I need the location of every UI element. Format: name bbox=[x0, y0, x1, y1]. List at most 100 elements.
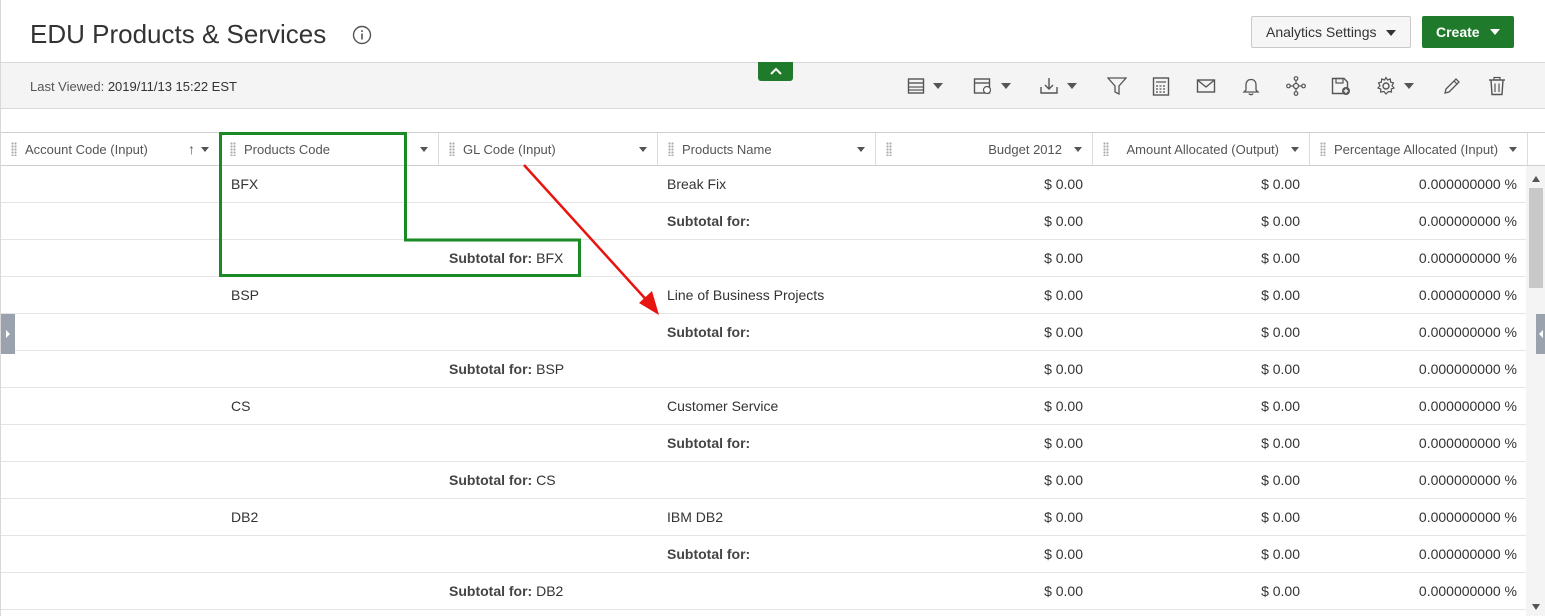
drag-handle-icon[interactable] bbox=[886, 142, 892, 156]
column-header-budget-2012[interactable]: Budget 2012 bbox=[876, 133, 1093, 165]
column-header-products-code[interactable]: Products Code bbox=[220, 133, 439, 165]
create-button[interactable]: Create bbox=[1422, 16, 1514, 48]
table-row[interactable]: Subtotal for: BSP $ 0.00 $ 0.00 0.000000000… bbox=[1, 351, 1526, 388]
scroll-down-icon[interactable] bbox=[1532, 604, 1540, 610]
chevron-down-icon bbox=[933, 83, 943, 89]
subtotal-value: DB2 bbox=[532, 583, 564, 599]
scroll-up-icon[interactable] bbox=[1532, 176, 1540, 182]
products-code-cell: DB2 bbox=[231, 509, 259, 525]
amount-allocated-cell: $ 0.00 bbox=[1261, 176, 1300, 192]
table-row[interactable]: Subtotal for: $ 0.00 $ 0.00 0.000000000 % bbox=[1, 425, 1526, 462]
analytics-settings-button[interactable]: Analytics Settings bbox=[1251, 16, 1411, 48]
products-code-cell: BSP bbox=[231, 287, 260, 303]
budget-cell: $ 0.00 bbox=[1044, 213, 1083, 229]
bell-icon bbox=[1242, 78, 1260, 95]
grid-header: Account Code (Input) ↑ Products Code GL … bbox=[1, 132, 1545, 166]
chevron-down-icon bbox=[1386, 30, 1396, 36]
drag-handle-icon[interactable] bbox=[230, 142, 236, 156]
budget-cell: $ 0.00 bbox=[1044, 250, 1083, 266]
table-row[interactable]: DB2 IBM DB2 $ 0.00 $ 0.00 0.000000000 % bbox=[1, 499, 1526, 536]
page: EDU Products & Services Analytics Settin… bbox=[0, 0, 1545, 616]
percentage-allocated-cell: 0.000000000 % bbox=[1418, 509, 1517, 525]
table-row[interactable]: BFX Break Fix $ 0.00 $ 0.00 0.000000000 % bbox=[1, 166, 1526, 203]
collapse-header-button[interactable] bbox=[758, 62, 793, 81]
sort-ascending-icon[interactable]: ↑ bbox=[188, 141, 195, 157]
budget-cell: $ 0.00 bbox=[1044, 324, 1083, 340]
calculator-button[interactable] bbox=[1152, 75, 1170, 97]
right-panel-toggle[interactable] bbox=[1536, 314, 1545, 354]
save-icon bbox=[1331, 77, 1350, 95]
chevron-down-icon bbox=[1490, 29, 1500, 35]
budget-cell: $ 0.00 bbox=[1044, 583, 1083, 599]
budget-cell: $ 0.00 bbox=[1044, 509, 1083, 525]
amount-allocated-cell: $ 0.00 bbox=[1261, 435, 1300, 451]
column-label: GL Code (Input) bbox=[463, 142, 556, 157]
column-label: Budget 2012 bbox=[988, 142, 1062, 157]
table-row[interactable]: CS Customer Service $ 0.00 $ 0.00 0.00000000… bbox=[1, 388, 1526, 425]
chevron-down-icon[interactable] bbox=[201, 147, 209, 152]
chevron-down-icon[interactable] bbox=[1291, 147, 1299, 152]
grid-body: BFX Break Fix $ 0.00 $ 0.00 0.000000000 % Sub… bbox=[1, 166, 1526, 610]
drag-handle-icon[interactable] bbox=[1320, 142, 1326, 156]
products-name-cell: Break Fix bbox=[667, 176, 727, 192]
table-row[interactable]: BSP Line of Business Projects $ 0.00 $ 0.00… bbox=[1, 277, 1526, 314]
table-row[interactable]: Subtotal for: CS $ 0.00 $ 0.00 0.000000000 … bbox=[1, 462, 1526, 499]
percentage-allocated-cell: 0.000000000 % bbox=[1418, 250, 1517, 266]
table-row[interactable]: Subtotal for: $ 0.00 $ 0.00 0.000000000 % bbox=[1, 203, 1526, 240]
chevron-down-icon[interactable] bbox=[1074, 147, 1082, 152]
last-viewed-label: Last Viewed: bbox=[30, 79, 105, 94]
table-row[interactable]: Subtotal for: $ 0.00 $ 0.00 0.000000000 % bbox=[1, 314, 1526, 351]
amount-allocated-cell: $ 0.00 bbox=[1261, 472, 1300, 488]
percentage-allocated-cell: 0.000000000 % bbox=[1418, 287, 1517, 303]
drag-handle-icon[interactable] bbox=[1103, 142, 1109, 156]
chevron-down-icon bbox=[1001, 83, 1011, 89]
amount-allocated-cell: $ 0.00 bbox=[1261, 546, 1300, 562]
column-header-amount-allocated[interactable]: Amount Allocated (Output) bbox=[1093, 133, 1310, 165]
percentage-allocated-cell: 0.000000000 % bbox=[1418, 213, 1517, 229]
delete-button[interactable] bbox=[1488, 75, 1506, 97]
subtotal-label: Subtotal for: bbox=[449, 472, 533, 488]
last-viewed: Last Viewed: 2019/11/13 15:22 EST bbox=[30, 79, 237, 94]
hierarchy-icon bbox=[1286, 76, 1306, 96]
column-header-percentage-allocated[interactable]: Percentage Allocated (Input) bbox=[1310, 133, 1528, 165]
notification-button[interactable] bbox=[1242, 75, 1260, 97]
email-button[interactable] bbox=[1196, 75, 1216, 97]
hierarchy-button[interactable] bbox=[1286, 75, 1306, 97]
chevron-down-icon[interactable] bbox=[857, 147, 865, 152]
chevron-down-icon[interactable] bbox=[1509, 147, 1517, 152]
budget-cell: $ 0.00 bbox=[1044, 398, 1083, 414]
scrollbar-thumb[interactable] bbox=[1529, 188, 1543, 288]
chevron-down-icon[interactable] bbox=[420, 147, 428, 152]
info-icon[interactable] bbox=[352, 25, 372, 45]
gl-code-cell: Subtotal for: DB2 bbox=[449, 583, 563, 599]
table-row[interactable]: Subtotal for: DB2 $ 0.00 $ 0.00 0.000000000… bbox=[1, 573, 1526, 610]
gear-icon bbox=[1376, 76, 1396, 95]
report-view-button[interactable] bbox=[973, 75, 1011, 97]
drag-handle-icon[interactable] bbox=[668, 142, 674, 156]
products-name-cell: Subtotal for: bbox=[667, 435, 751, 451]
chevron-down-icon[interactable] bbox=[639, 147, 647, 152]
column-header-account-code[interactable]: Account Code (Input) ↑ bbox=[1, 133, 220, 165]
last-viewed-value: 2019/11/13 15:22 EST bbox=[107, 79, 237, 94]
amount-allocated-cell: $ 0.00 bbox=[1261, 213, 1300, 229]
drag-handle-icon[interactable] bbox=[449, 142, 455, 156]
settings-button[interactable] bbox=[1376, 75, 1414, 97]
table-row[interactable]: Subtotal for: BFX $ 0.00 $ 0.00 0.000000000… bbox=[1, 240, 1526, 277]
download-button[interactable] bbox=[1039, 75, 1077, 97]
drag-handle-icon[interactable] bbox=[11, 142, 17, 156]
amount-allocated-cell: $ 0.00 bbox=[1261, 361, 1300, 377]
chevron-right-icon bbox=[6, 330, 10, 338]
gl-code-cell: Subtotal for: BSP bbox=[449, 361, 564, 377]
edit-button[interactable] bbox=[1442, 75, 1462, 97]
subtotal-value: CS bbox=[532, 472, 556, 488]
table-row[interactable]: Subtotal for: $ 0.00 $ 0.00 0.000000000 % bbox=[1, 536, 1526, 573]
column-header-products-name[interactable]: Products Name bbox=[658, 133, 876, 165]
products-name-cell: Subtotal for: bbox=[667, 324, 751, 340]
table-view-button[interactable] bbox=[907, 75, 943, 97]
save-button[interactable] bbox=[1331, 75, 1351, 97]
column-header-gl-code[interactable]: GL Code (Input) bbox=[439, 133, 658, 165]
filter-button[interactable] bbox=[1107, 75, 1127, 97]
report-view-icon bbox=[973, 78, 992, 95]
left-panel-toggle[interactable] bbox=[1, 314, 15, 354]
percentage-allocated-cell: 0.000000000 % bbox=[1418, 398, 1517, 414]
